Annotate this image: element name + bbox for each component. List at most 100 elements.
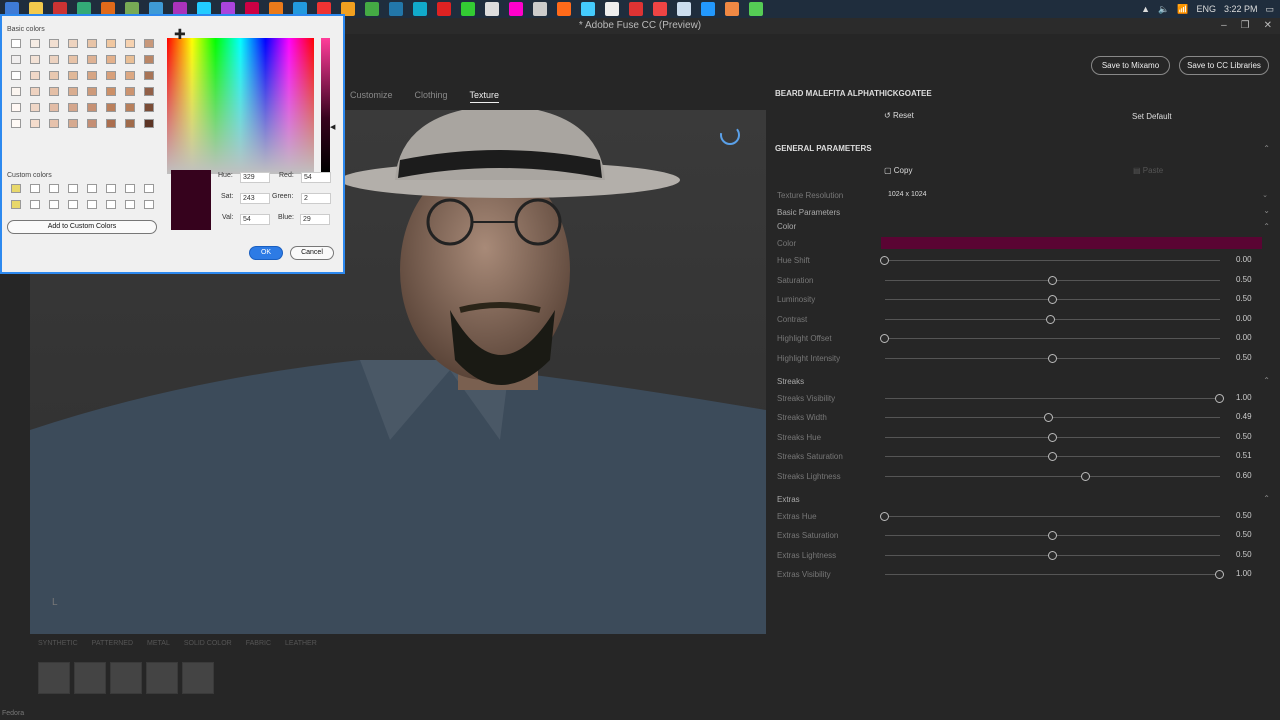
custom-color-swatch[interactable]	[68, 184, 78, 193]
luminance-arrow-icon[interactable]: ◀	[330, 123, 335, 131]
network-icon[interactable]: 📶	[1177, 4, 1188, 15]
custom-color-swatch[interactable]	[106, 184, 116, 193]
chevron-up-icon[interactable]: ⌃	[1263, 222, 1270, 231]
material-tab[interactable]: FABRIC	[246, 640, 271, 647]
slider-track[interactable]	[885, 338, 1220, 339]
slider-track[interactable]	[885, 260, 1220, 261]
chevron-up-icon[interactable]: ▲	[1141, 4, 1150, 14]
basic-color-swatch[interactable]	[87, 119, 97, 128]
slider-track[interactable]	[885, 398, 1220, 399]
slider-track[interactable]	[885, 516, 1220, 517]
basic-color-swatch[interactable]	[144, 87, 154, 96]
maximize-icon[interactable]: ❐	[1241, 18, 1250, 34]
sat-value[interactable]: 243	[240, 193, 270, 204]
taskbar-app-icon[interactable]	[437, 2, 451, 16]
custom-color-swatch[interactable]	[87, 200, 97, 209]
slider-track[interactable]	[885, 574, 1220, 575]
taskbar-app-icon[interactable]	[365, 2, 379, 16]
hue-field[interactable]: Hue: 329	[218, 172, 270, 183]
custom-color-swatch[interactable]	[144, 184, 154, 193]
material-tab[interactable]: SOLID COLOR	[184, 640, 232, 647]
slider-value[interactable]: 0.50	[1236, 550, 1252, 559]
basic-color-swatch[interactable]	[11, 87, 21, 96]
basic-color-swatch[interactable]	[87, 39, 97, 48]
material-tab[interactable]: LEATHER	[285, 640, 317, 647]
basic-color-swatch[interactable]	[49, 55, 59, 64]
taskbar-app-icon[interactable]	[461, 2, 475, 16]
green-field[interactable]: Green: 2	[272, 193, 331, 204]
green-value[interactable]: 2	[301, 193, 331, 204]
material-thumb[interactable]	[110, 662, 142, 694]
basic-color-swatch[interactable]	[106, 87, 116, 96]
basic-color-swatch[interactable]	[144, 71, 154, 80]
basic-color-swatch[interactable]	[11, 55, 21, 64]
basic-color-swatch[interactable]	[106, 39, 116, 48]
custom-color-swatch[interactable]	[106, 200, 116, 209]
chevron-up-icon[interactable]: ⌃	[1263, 494, 1270, 503]
minimize-icon[interactable]: –	[1221, 18, 1227, 34]
basic-color-swatch[interactable]	[125, 39, 135, 48]
copy-button[interactable]: ▢ Copy	[884, 166, 912, 175]
basic-color-swatch[interactable]	[49, 87, 59, 96]
custom-color-swatch[interactable]	[68, 200, 78, 209]
basic-color-swatch[interactable]	[87, 55, 97, 64]
basic-color-swatch[interactable]	[49, 71, 59, 80]
slider-handle[interactable]	[1045, 315, 1055, 324]
basic-color-swatch[interactable]	[68, 55, 78, 64]
basic-color-swatch[interactable]	[144, 103, 154, 112]
taskbar-app-icon[interactable]	[725, 2, 739, 16]
slider-handle[interactable]	[1047, 452, 1057, 461]
slider-value[interactable]: 1.00	[1236, 393, 1252, 402]
color-spectrum[interactable]	[167, 38, 314, 174]
basic-color-swatch[interactable]	[87, 103, 97, 112]
red-field[interactable]: Red: 54	[279, 172, 331, 183]
slider-handle[interactable]	[1047, 433, 1057, 442]
ok-button[interactable]: OK	[249, 246, 283, 260]
material-tab[interactable]: SYNTHETIC	[38, 640, 78, 647]
slider-value[interactable]: 0.50	[1236, 294, 1252, 303]
slider-value[interactable]: 0.60	[1236, 471, 1252, 480]
color-swatch[interactable]	[881, 237, 1262, 249]
basic-color-swatch[interactable]	[11, 103, 21, 112]
taskbar-app-icon[interactable]	[533, 2, 547, 16]
slider-value[interactable]: 0.50	[1236, 530, 1252, 539]
basic-color-swatch[interactable]	[68, 87, 78, 96]
save-to-libraries-button[interactable]: Save to CC Libraries	[1179, 56, 1269, 75]
taskbar-app-icon[interactable]	[389, 2, 403, 16]
chevron-up-icon[interactable]: ⌃	[1263, 144, 1270, 153]
slider-value[interactable]: 0.51	[1236, 451, 1252, 460]
slider-value[interactable]: 0.00	[1236, 314, 1252, 323]
blue-value[interactable]: 29	[300, 214, 330, 225]
tab-clothing[interactable]: Clothing	[415, 90, 448, 103]
taskbar-app-icon[interactable]	[509, 2, 523, 16]
custom-color-swatch[interactable]	[125, 184, 135, 193]
taskbar-app-icon[interactable]	[653, 2, 667, 16]
basic-color-swatch[interactable]	[30, 119, 40, 128]
val-field[interactable]: Val: 54	[222, 214, 270, 225]
basic-color-swatch[interactable]	[11, 71, 21, 80]
luminance-bar[interactable]	[321, 38, 330, 172]
taskbar-app-icon[interactable]	[629, 2, 643, 16]
red-value[interactable]: 54	[301, 172, 331, 183]
blue-field[interactable]: Blue: 29	[278, 214, 330, 225]
basic-color-swatch[interactable]	[68, 103, 78, 112]
set-default-button[interactable]: Set Default	[1132, 112, 1172, 121]
slider-handle[interactable]	[1215, 570, 1224, 579]
slider-value[interactable]: 0.00	[1236, 255, 1252, 264]
material-thumb[interactable]	[38, 662, 70, 694]
basic-color-swatch[interactable]	[106, 119, 116, 128]
sat-field[interactable]: Sat: 243	[221, 193, 270, 204]
basic-color-swatch[interactable]	[125, 103, 135, 112]
slider-handle[interactable]	[880, 334, 889, 343]
save-to-mixamo-button[interactable]: Save to Mixamo	[1091, 56, 1170, 75]
basic-color-swatch[interactable]	[11, 119, 21, 128]
custom-color-swatch[interactable]	[30, 184, 40, 193]
taskbar-app-icon[interactable]	[605, 2, 619, 16]
slider-handle[interactable]	[1047, 354, 1057, 363]
chevron-down-icon[interactable]: ⌄	[1263, 206, 1270, 215]
basic-color-swatch[interactable]	[87, 71, 97, 80]
basic-color-swatch[interactable]	[49, 39, 59, 48]
slider-handle[interactable]	[1047, 551, 1057, 560]
slider-track[interactable]	[885, 476, 1220, 477]
hue-value[interactable]: 329	[240, 172, 270, 183]
